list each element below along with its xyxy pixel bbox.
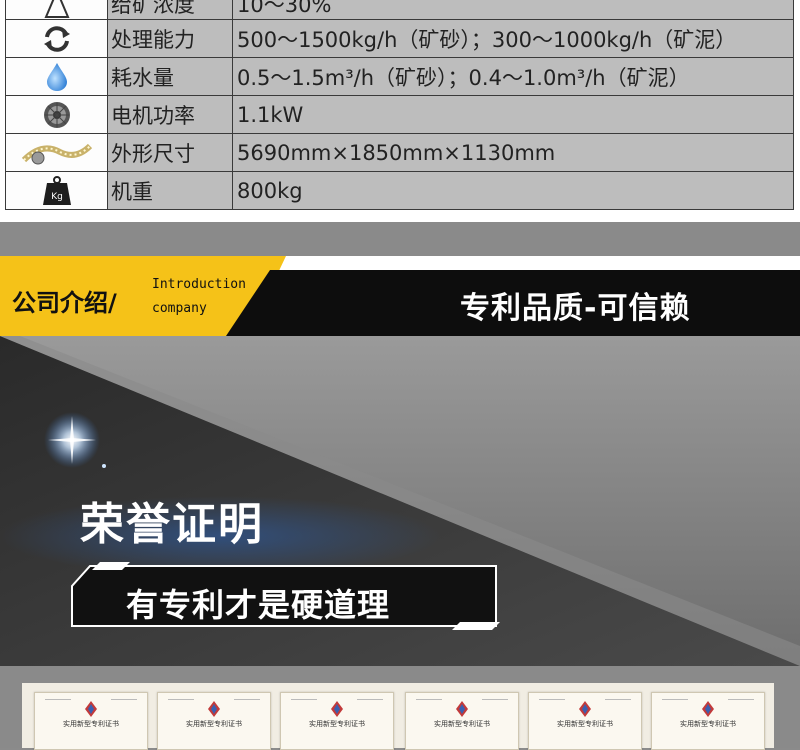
recycle-icon	[43, 25, 70, 52]
table-row: Kg 机重 800kg	[5, 171, 794, 210]
intro-title-en-1: Introduction	[152, 277, 246, 292]
certificate-title: 实用新型专利证书	[63, 720, 119, 728]
table-row: 电机功率 1.1kW	[5, 95, 794, 134]
spec-table: 给矿浓度 10～30% 处理能力 500～1500kg/h（矿砂）；300～10…	[5, 0, 794, 210]
motor-icon	[43, 101, 70, 128]
spec-label: 给矿浓度	[107, 0, 233, 20]
water-drop-icon	[46, 62, 67, 91]
certificate-card: 实用新型专利证书	[34, 692, 148, 750]
certificate-card: 实用新型专利证书	[528, 692, 642, 750]
table-row: 耗水量 0.5～1.5m³/h（矿砂）；0.4～1.0m³/h（矿泥）	[5, 57, 794, 96]
table-row: 处理能力 500～1500kg/h（矿砂）；300～1000kg/h（矿泥）	[5, 19, 794, 58]
spec-table-section: 给矿浓度 10～30% 处理能力 500～1500kg/h（矿砂）；300～10…	[0, 0, 800, 222]
certificate-title: 实用新型专利证书	[309, 720, 365, 728]
certificate-emblem-icon	[85, 701, 97, 717]
ore-icon	[43, 0, 70, 18]
table-row: 给矿浓度 10～30%	[5, 0, 794, 20]
spec-label: 耗水量	[107, 57, 233, 96]
certificate-card: 实用新型专利证书	[651, 692, 765, 750]
spec-label: 机重	[107, 171, 233, 210]
section-divider	[0, 222, 800, 256]
certificate-emblem-icon	[702, 701, 714, 717]
honor-title: 荣誉证明	[80, 499, 264, 550]
table-row: 外形尺寸 5690mm×1850mm×1130mm	[5, 133, 794, 172]
weight-icon-label: Kg	[51, 192, 63, 202]
certificate-title: 实用新型专利证书	[186, 720, 242, 728]
certificate-emblem-icon	[208, 701, 220, 717]
spec-label: 电机功率	[107, 95, 233, 134]
spec-value: 0.5～1.5m³/h（矿砂）；0.4～1.0m³/h（矿泥）	[232, 57, 794, 96]
certificate-card: 实用新型专利证书	[157, 692, 271, 750]
certificate-card: 实用新型专利证书	[280, 692, 394, 750]
weight-icon: Kg	[42, 175, 71, 205]
spec-value: 1.1kW	[232, 95, 794, 134]
certificate-title: 实用新型专利证书	[557, 720, 613, 728]
intro-title-cn: 公司介绍/	[12, 289, 117, 317]
certificate-title: 实用新型专利证书	[680, 720, 736, 728]
spec-label: 处理能力	[107, 19, 233, 58]
tape-measure-icon	[21, 143, 92, 164]
spec-table-bottom	[0, 213, 800, 222]
certificate-emblem-icon	[456, 701, 468, 717]
spec-value: 5690mm×1850mm×1130mm	[232, 133, 794, 172]
spec-value: 500～1500kg/h（矿砂）；300～1000kg/h（矿泥）	[232, 19, 794, 58]
certificate-title: 实用新型专利证书	[434, 720, 490, 728]
certificate-emblem-icon	[331, 701, 343, 717]
spec-label: 外形尺寸	[107, 133, 233, 172]
intro-slogan: 专利品质-可信赖	[460, 291, 691, 326]
spec-value: 800kg	[232, 171, 794, 210]
certificate-card: 实用新型专利证书	[405, 692, 519, 750]
honor-subtitle: 有专利才是硬道理	[126, 586, 391, 624]
certificate-emblem-icon	[579, 701, 591, 717]
intro-title-en-2: company	[152, 301, 207, 316]
spec-value: 10～30%	[232, 0, 794, 20]
